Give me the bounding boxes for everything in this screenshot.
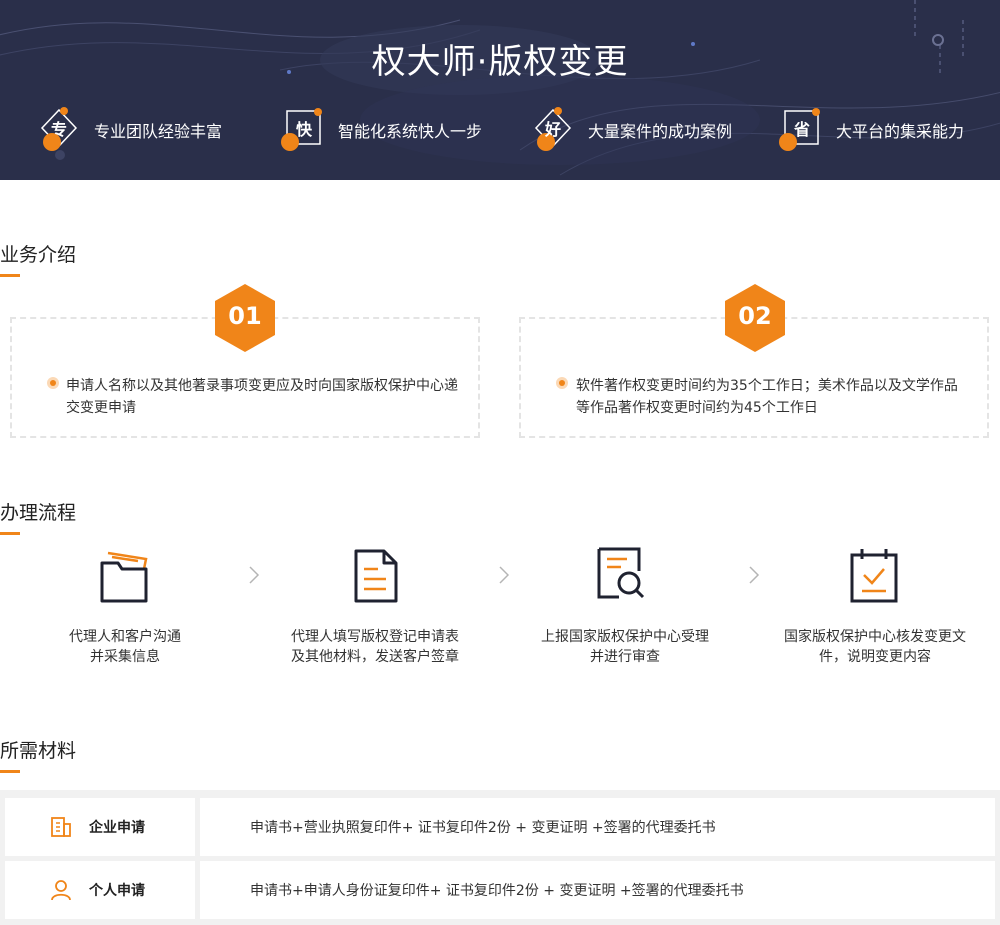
intro-card-text: 申请人名称以及其他著录事项变更应及时向国家版权保护中心递交变更申请 xyxy=(66,378,458,416)
process-step-1: 代理人和客户沟通 并采集信息 xyxy=(10,627,240,667)
document-icon xyxy=(354,549,398,603)
bullet-dot-icon xyxy=(47,377,59,389)
step-line: 并进行审查 xyxy=(590,649,660,665)
feature-badge-text: 省 xyxy=(793,120,810,139)
step-line: 代理人填写版权登记申请表 xyxy=(291,629,459,645)
material-desc: 申请书+申请人身份证复印件+ 证书复印件2份 + 变更证明 +签署的代理委托书 xyxy=(250,883,744,899)
card-number: 02 xyxy=(738,302,772,330)
feature-label: 大量案件的成功案例 xyxy=(588,122,733,141)
feature-badge-text: 好 xyxy=(544,120,561,139)
feature-badge-text: 快 xyxy=(295,120,312,139)
document-search-icon xyxy=(597,547,645,599)
building-icon xyxy=(51,817,71,837)
materials-title-underline xyxy=(0,770,20,773)
hexagon-number-badge: 01 xyxy=(215,284,275,352)
step-line: 及其他材料，发送客户签章 xyxy=(291,649,459,665)
process-title-underline xyxy=(0,532,20,535)
process-step-3: 上报国家版权保护中心受理 并进行审查 xyxy=(510,627,740,667)
step-line: 并采集信息 xyxy=(90,649,160,665)
step-line: 国家版权保护中心核发变更文 xyxy=(784,629,966,645)
calendar-check-icon xyxy=(850,549,898,603)
chevron-right-icon xyxy=(749,566,760,584)
material-desc: 申请书+营业执照复印件+ 证书复印件2份 + 变更证明 +签署的代理委托书 xyxy=(250,820,716,836)
intro-section-title: 业务介绍 xyxy=(0,244,77,266)
process-step-4: 国家版权保护中心核发变更文 件，说明变更内容 xyxy=(760,627,990,667)
chevron-right-icon xyxy=(249,566,260,584)
card-number: 01 xyxy=(228,302,262,330)
table-row-name-cell: 企业申请 xyxy=(5,798,195,856)
table-row-desc-cell: 申请书+营业执照复印件+ 证书复印件2份 + 变更证明 +签署的代理委托书 xyxy=(200,798,995,856)
person-icon xyxy=(51,880,71,901)
material-type-label: 企业申请 xyxy=(89,820,145,836)
materials-section-title: 所需材料 xyxy=(0,740,77,762)
feature-label: 大平台的集采能力 xyxy=(836,122,965,141)
bullet-dot-icon xyxy=(556,377,568,389)
hexagon-number-badge: 02 xyxy=(725,284,785,352)
banner-background xyxy=(0,0,1000,176)
table-row-name-cell: 个人申请 xyxy=(5,861,195,919)
feature-label: 智能化系统快人一步 xyxy=(338,122,483,141)
table-row-desc-cell: 申请书+申请人身份证复印件+ 证书复印件2份 + 变更证明 +签署的代理委托书 xyxy=(200,861,995,919)
hero-banner: 权大师·版权变更 专 专业团队经验丰富 快 智能化系统快人一步 好 大量案件的成… xyxy=(0,0,1000,180)
materials-table: 企业申请 申请书+营业执照复印件+ 证书复印件2份 + 变更证明 +签署的代理委… xyxy=(0,790,1000,925)
banner-title: 权大师·版权变更 xyxy=(371,42,629,82)
folder-icon xyxy=(100,551,148,603)
step-line: 件，说明变更内容 xyxy=(819,649,931,665)
process-step-2: 代理人填写版权登记申请表 及其他材料，发送客户签章 xyxy=(260,627,490,667)
step-line: 代理人和客户沟通 xyxy=(69,629,181,645)
process-section-title: 办理流程 xyxy=(0,502,77,524)
material-type-label: 个人申请 xyxy=(89,883,145,899)
feature-badge-text: 专 xyxy=(50,120,67,139)
intro-title-underline xyxy=(0,274,20,277)
chevron-right-icon xyxy=(499,566,510,584)
feature-label: 专业团队经验丰富 xyxy=(94,122,223,141)
intro-card-text: 软件著作权变更时间约为35个工作日；美术作品以及文学作品等作品著作权变更时间约为… xyxy=(576,378,958,416)
step-line: 上报国家版权保护中心受理 xyxy=(541,629,709,645)
